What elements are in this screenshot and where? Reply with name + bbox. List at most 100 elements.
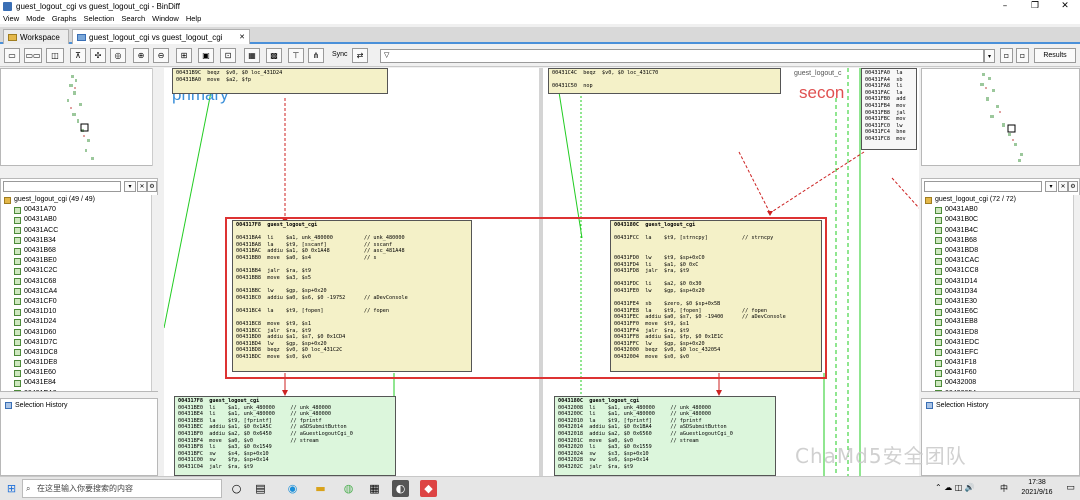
left-function-item[interactable]: 00431BE0	[4, 256, 150, 266]
secondary-side-node[interactable]: 00431FA0 la 00431FA4 sb 00431FA8 li 00431FA…	[861, 68, 917, 150]
right-function-item[interactable]: 00431F60	[925, 368, 1071, 378]
menu-window[interactable]: Window	[152, 14, 179, 23]
maximize-button[interactable]: ❐	[1020, 0, 1050, 13]
primary-top-node[interactable]: 00431B9C beqz $v0, $0 loc_431D24 00431BA0…	[172, 68, 388, 94]
left-function-item[interactable]: 00431D24	[4, 317, 150, 327]
left-tree-scrollbar[interactable]	[151, 195, 158, 391]
menu-mode[interactable]: Mode	[26, 14, 45, 23]
left-function-item[interactable]: 00431E84	[4, 378, 150, 388]
split-view-icon[interactable]: ◫	[46, 48, 64, 63]
right-function-item[interactable]: 00431D14	[925, 277, 1071, 287]
search-options-icon[interactable]: ▫	[1000, 48, 1013, 63]
orthogonal-layout-icon[interactable]: ✣	[90, 48, 106, 63]
side-by-side-icon[interactable]: ▭▭	[24, 48, 42, 63]
notification-icon[interactable]: ▭	[1062, 480, 1079, 497]
left-function-item[interactable]: 00431B68	[4, 246, 150, 256]
tab-workspace[interactable]: Workspace	[3, 29, 69, 44]
right-tree-scrollbar[interactable]	[1073, 195, 1080, 391]
edge-browser-icon[interactable]: ◉	[284, 480, 301, 497]
search-input[interactable]: ▽	[380, 49, 984, 63]
circular-layout-icon[interactable]: ◎	[110, 48, 126, 63]
left-function-item[interactable]: 00431D60	[4, 327, 150, 337]
right-function-item[interactable]: 00431D34	[925, 287, 1071, 297]
hierarchic-layout-icon[interactable]: ⊼	[70, 48, 86, 63]
left-function-item[interactable]: 00431AB0	[4, 215, 150, 225]
matrix-icon[interactable]: ▩	[266, 48, 282, 63]
right-filter-clear-icon[interactable]: ✕	[1058, 181, 1068, 192]
right-function-item[interactable]: 00431EDC	[925, 338, 1071, 348]
menu-search[interactable]: Search	[121, 14, 145, 23]
left-function-item[interactable]: 00431ACC	[4, 226, 150, 236]
right-function-item[interactable]: 00432008	[925, 378, 1071, 388]
right-function-item[interactable]: 00431E6C	[925, 307, 1071, 317]
screen-icon[interactable]: ▣	[198, 48, 214, 63]
sync-toggle-icon[interactable]: ⇄	[352, 48, 368, 63]
right-function-item[interactable]: 00431B0C	[925, 215, 1071, 225]
explorer-icon[interactable]: ▤	[252, 480, 269, 497]
system-tray-icons[interactable]: ⌃ ☁ ◫ 🔊	[935, 483, 975, 492]
primary-bottom-node[interactable]: 004317F8 guest_logout_cgi 00431BE0 li $a1…	[174, 396, 396, 476]
tab-close-icon[interactable]: ✕	[239, 33, 245, 41]
right-function-item[interactable]: 00431B68	[925, 236, 1071, 246]
menu-selection[interactable]: Selection	[84, 14, 115, 23]
left-overview-scrollbar[interactable]	[152, 68, 158, 166]
chrome-icon[interactable]: ◍	[340, 480, 357, 497]
store-icon[interactable]: ▦	[366, 480, 383, 497]
right-function-item[interactable]: 00431CAC	[925, 256, 1071, 266]
file-folder-icon[interactable]: ▬	[312, 480, 329, 497]
left-tree-root[interactable]: guest_logout_cgi (49 / 49)	[4, 195, 150, 205]
left-function-item[interactable]: 00431DE8	[4, 358, 150, 368]
right-history-label[interactable]: Selection History	[936, 402, 989, 409]
right-filter-dropdown-icon[interactable]: ▾	[1045, 181, 1057, 192]
flow-icon[interactable]: ⋔	[308, 48, 324, 63]
select-nodes-icon[interactable]: ⊡	[220, 48, 236, 63]
grid-icon[interactable]: ▦	[244, 48, 260, 63]
right-function-item[interactable]: 00431BD8	[925, 246, 1071, 256]
graph-canvas[interactable]: primary secon guest_logout_c 00431B9C be…	[164, 68, 919, 476]
right-function-item[interactable]: 00431B4C	[925, 226, 1071, 236]
left-function-item[interactable]: 00431D10	[4, 307, 150, 317]
right-function-item[interactable]: 00431EFC	[925, 348, 1071, 358]
right-overview-panel[interactable]	[921, 68, 1080, 166]
left-function-item[interactable]: 00431C68	[4, 277, 150, 287]
left-function-item[interactable]: 00431EA0	[4, 389, 150, 391]
secondary-matched-block[interactable]: 0043180C guest_logout_cgi 00431FCC la $t9…	[610, 220, 822, 372]
zoom-in-icon[interactable]: ⊕	[133, 48, 149, 63]
right-function-item[interactable]: 00432054	[925, 389, 1071, 391]
left-filter-dropdown-icon[interactable]: ▾	[124, 181, 136, 192]
secondary-bottom-node[interactable]: 0043180C guest_logout_cgi 00432008 li $a1…	[554, 396, 776, 476]
left-overview-panel[interactable]	[0, 68, 158, 166]
tree-icon[interactable]: ⊤	[288, 48, 304, 63]
secondary-top-node[interactable]: 00431C4C beqz $v0, $0 loc_431C70 00431C50…	[548, 68, 781, 94]
clock[interactable]: 17:38 2021/9/16	[1012, 478, 1062, 498]
task-view-icon[interactable]: ○	[228, 480, 245, 497]
search-history-icon[interactable]: ▫	[1016, 48, 1029, 63]
results-button[interactable]: Results	[1034, 48, 1076, 63]
left-function-item[interactable]: 00431C2C	[4, 266, 150, 276]
left-function-item[interactable]: 00431DC8	[4, 348, 150, 358]
left-function-item[interactable]: 00431CA4	[4, 287, 150, 297]
windows-start-icon[interactable]: ⊞	[3, 480, 20, 497]
left-filter-settings-icon[interactable]: ⚙	[147, 181, 157, 192]
left-filter-input[interactable]	[3, 181, 121, 192]
right-filter-settings-icon[interactable]: ⚙	[1068, 181, 1078, 192]
left-function-item[interactable]: 00431D7C	[4, 338, 150, 348]
close-window-button[interactable]: ✕	[1050, 0, 1080, 13]
left-filter-clear-icon[interactable]: ✕	[137, 181, 147, 192]
menu-graphs[interactable]: Graphs	[52, 14, 77, 23]
zoom-out-icon[interactable]: ⊖	[153, 48, 169, 63]
left-function-item[interactable]: 00431E60	[4, 368, 150, 378]
right-filter-input[interactable]	[924, 181, 1042, 192]
left-function-item[interactable]: 00431B34	[4, 236, 150, 246]
minimize-button[interactable]: –	[990, 0, 1020, 13]
ime-indicator[interactable]: 中	[1000, 483, 1008, 494]
left-function-item[interactable]: 00431A70	[4, 205, 150, 215]
right-function-item[interactable]: 00431AB0	[925, 205, 1071, 215]
tab-diff-view[interactable]: guest_logout_cgi vs guest_logout_cgi ✕	[72, 29, 250, 44]
search-dropdown-icon[interactable]: ▾	[984, 49, 995, 63]
right-function-item[interactable]: 00431ED8	[925, 327, 1071, 337]
right-tree-root[interactable]: guest_logout_cgi (72 / 72)	[925, 195, 1071, 205]
fit-graph-icon[interactable]: ⊞	[176, 48, 192, 63]
right-function-item[interactable]: 00431CC8	[925, 266, 1071, 276]
right-function-item[interactable]: 00431EB8	[925, 317, 1071, 327]
